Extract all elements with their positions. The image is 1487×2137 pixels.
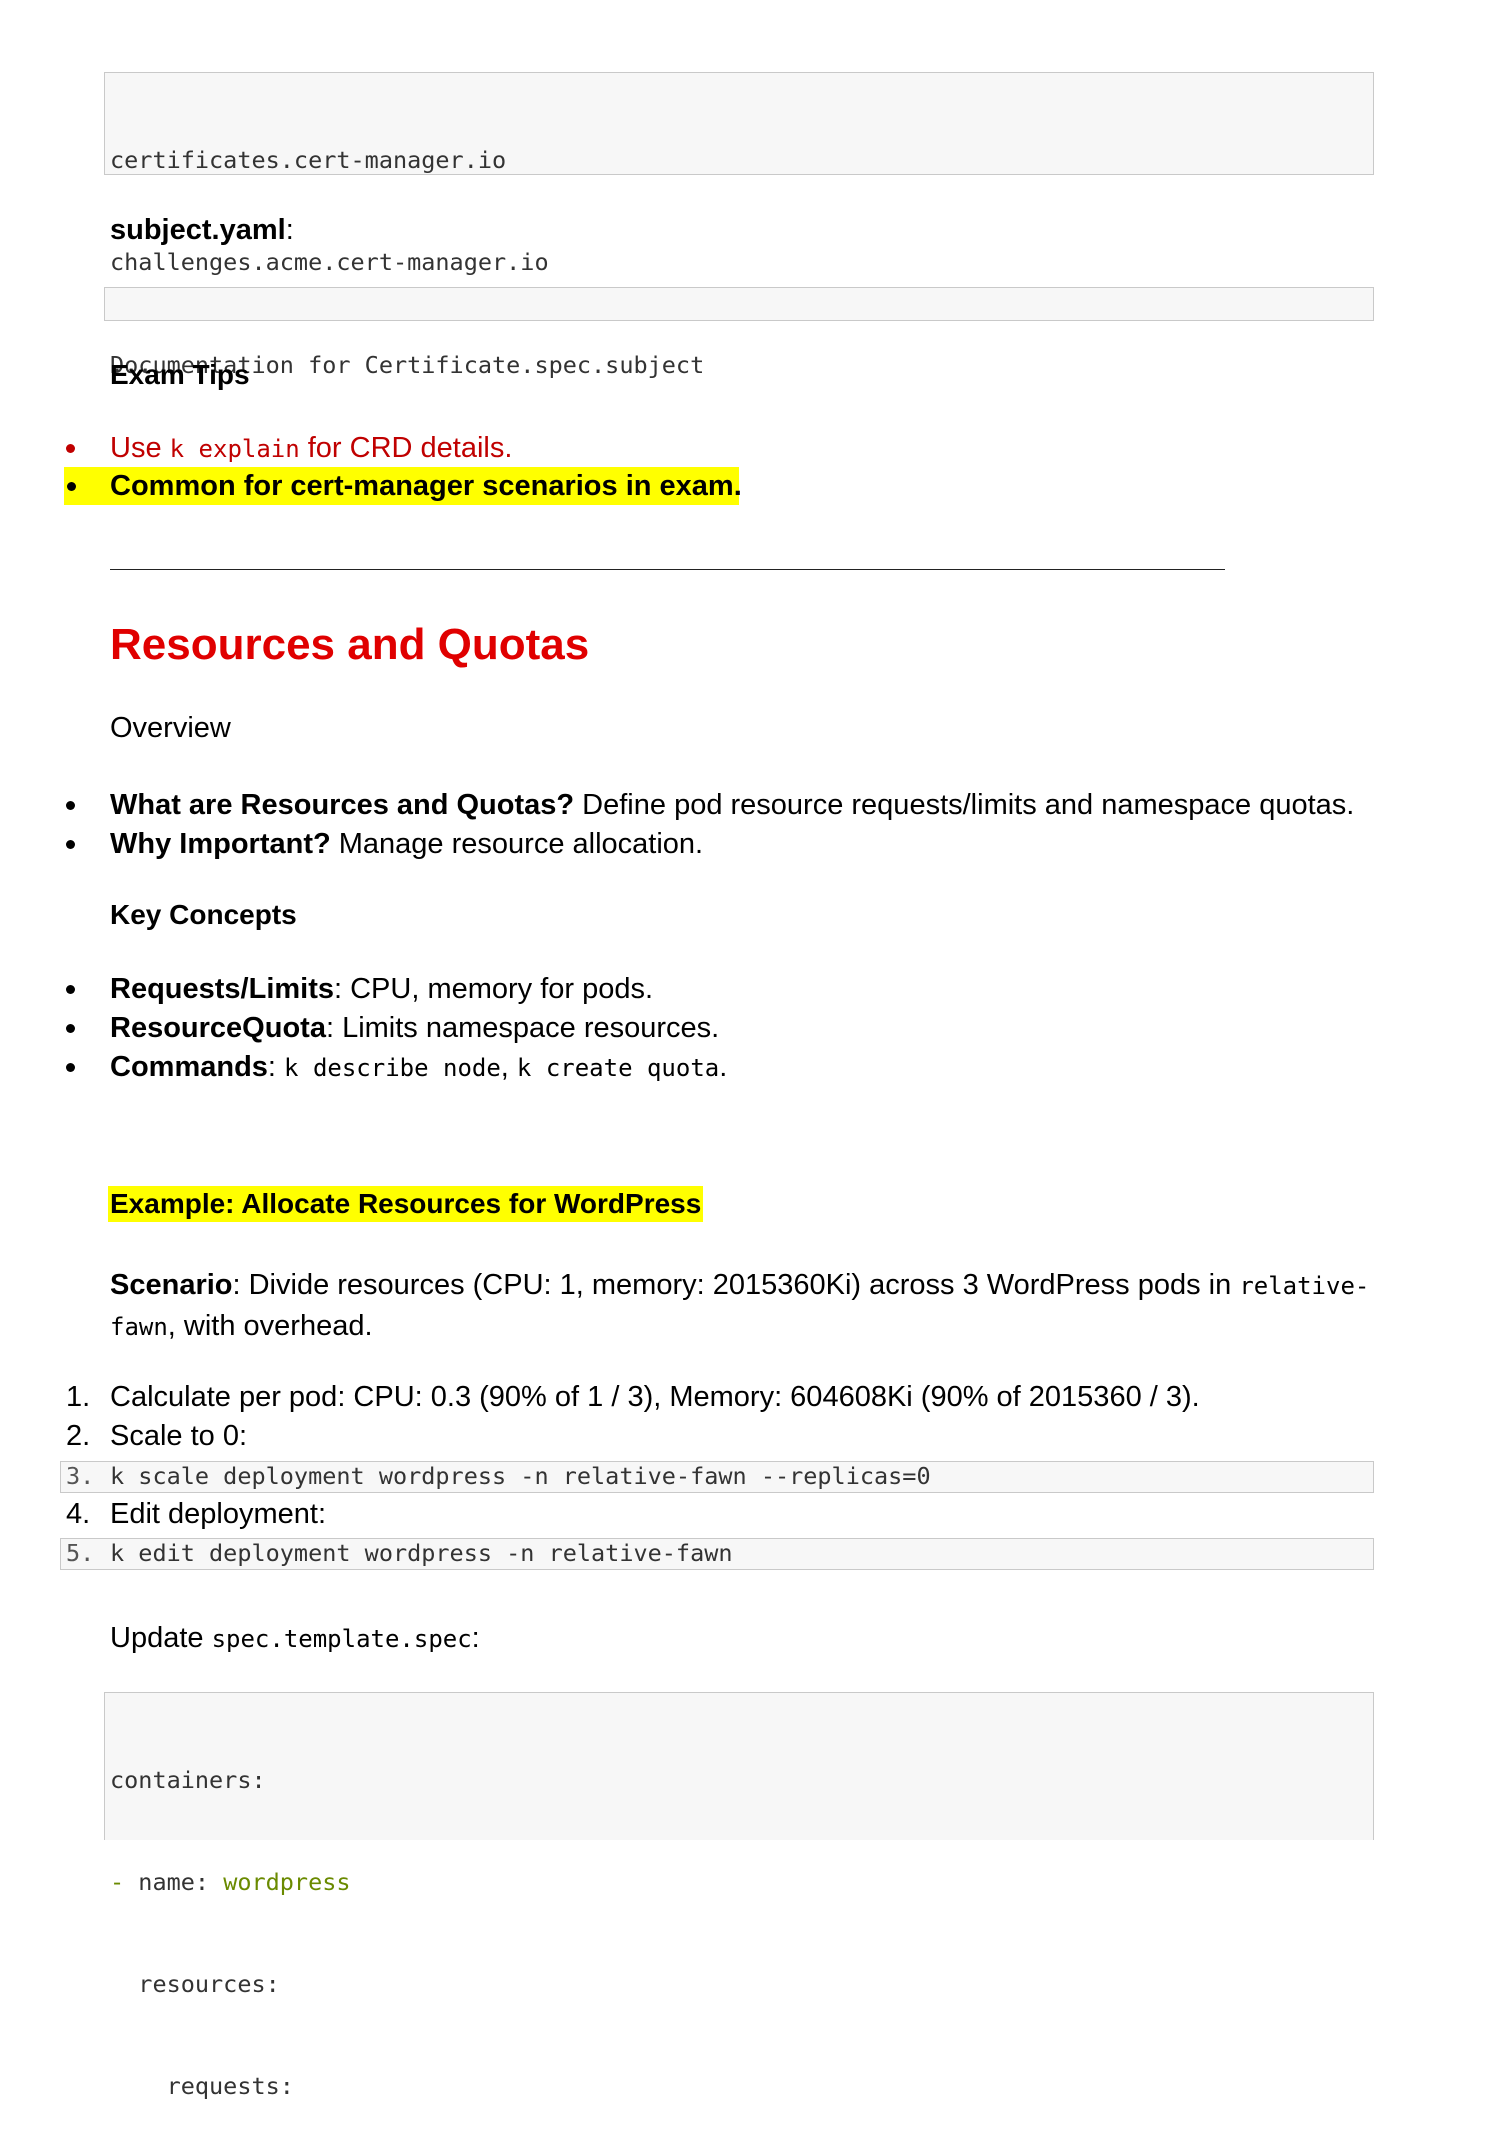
bullet-icon	[66, 444, 75, 453]
example-heading: Example: Allocate Resources for WordPres…	[108, 1186, 704, 1222]
bullet-icon	[66, 1063, 75, 1072]
key-concept-2-text: ResourceQuota: Limits namespace resource…	[110, 1009, 719, 1047]
step-text: Edit deployment:	[110, 1498, 327, 1530]
scenario-code: fawn	[110, 1313, 168, 1341]
scenario-text-end: , with overhead.	[167, 1310, 373, 1342]
command-code: k describe node	[284, 1054, 501, 1082]
step-2: 2. Scale to 0:	[0, 1417, 1487, 1455]
step-command: k scale deployment wordpress -n relative…	[110, 1462, 931, 1490]
key-concepts-heading: Key Concepts	[110, 899, 297, 930]
tip-code: k explain	[169, 435, 300, 463]
step-4: 4. Edit deployment:	[0, 1495, 1487, 1533]
code-line: Documentation for Certificate.spec.subje…	[110, 351, 705, 379]
yaml-line-1: containers:	[110, 1766, 266, 1794]
bullet-icon	[66, 801, 75, 810]
exam-tips-heading: Exam Tips	[110, 359, 250, 390]
code-line: certificates.cert-manager.io	[110, 146, 507, 174]
code-line: challenges.acme.cert-manager.io	[110, 248, 549, 276]
scenario-code: relative-	[1239, 1272, 1370, 1300]
bullet-body: Define pod resource requests/limits and …	[574, 789, 1355, 821]
yaml-key: name:	[138, 1868, 224, 1896]
bullet-bold: Why Important?	[110, 828, 331, 860]
code-block-yaml: containers: - name: wordpress resources:…	[104, 1692, 1374, 2100]
exam-tip-2-text: Common for cert-manager scenarios in exa…	[110, 470, 742, 502]
step-number: 2.	[66, 1420, 91, 1452]
bullet-body: : Limits namespace resources.	[325, 1012, 720, 1044]
overview-bullet-1: What are Resources and Quotas? Define po…	[0, 786, 1487, 824]
commands-end: .	[719, 1051, 728, 1083]
step-number: 5.	[66, 1539, 95, 1567]
scenario-paragraph: Scenario: Divide resources (CPU: 1, memo…	[110, 1265, 1369, 1347]
section-divider	[110, 569, 1225, 570]
commands-comma: ,	[500, 1051, 517, 1083]
step-number: 4.	[66, 1498, 91, 1530]
scenario-text: : Divide resources (CPU: 1, memory: 2015…	[232, 1269, 1240, 1301]
commands-text: Commands: k describe node, k create quot…	[110, 1048, 727, 1087]
subject-yaml-filename: subject.yaml	[110, 214, 286, 246]
bullet-body: : CPU, memory for pods.	[334, 973, 654, 1005]
code-block-crd-list: certificates.cert-manager.io challenges.…	[104, 72, 1374, 378]
command-code: k create quota	[516, 1054, 720, 1082]
key-concept-commands: Commands: k describe node, k create quot…	[0, 1048, 1487, 1086]
step-3-code: 3. k scale deployment wordpress -n relat…	[60, 1461, 1374, 1493]
key-concept-1: Requests/Limits: CPU, memory for pods.	[0, 970, 1487, 1008]
update-prefix: Update	[110, 1622, 212, 1654]
bullet-icon	[66, 985, 75, 994]
yaml-value: wordpress	[223, 1868, 351, 1896]
exam-tip-1-text: Use k explain for CRD details.	[110, 429, 512, 468]
yaml-line-2: - name: wordpress	[110, 1865, 1373, 1899]
bullet-bold: ResourceQuota	[110, 1012, 326, 1044]
bullet-icon	[67, 482, 76, 491]
commands-sep: :	[267, 1051, 285, 1083]
bullet-icon	[66, 1024, 75, 1033]
bullet-bold: Requests/Limits	[110, 973, 334, 1005]
step-command: k edit deployment wordpress -n relative-…	[110, 1539, 733, 1567]
tip-prefix: Use	[110, 432, 170, 464]
overview-bullet-1-text: What are Resources and Quotas? Define po…	[110, 786, 1354, 824]
exam-tip-1: Use k explain for CRD details.	[0, 429, 1487, 467]
section-title: Resources and Quotas	[110, 620, 590, 669]
step-5-code: 5. k edit deployment wordpress -n relati…	[60, 1538, 1374, 1570]
subject-yaml-label: subject.yaml:	[110, 211, 294, 249]
key-concept-2: ResourceQuota: Limits namespace resource…	[0, 1009, 1487, 1047]
step-number: 3.	[66, 1462, 95, 1490]
yaml-dash: -	[110, 1868, 139, 1896]
bullet-body: Manage resource allocation.	[330, 828, 704, 860]
overview-heading: Overview	[110, 712, 231, 744]
bullet-icon	[66, 840, 75, 849]
subject-yaml-colon: :	[285, 214, 294, 246]
bullet-bold: Commands	[110, 1051, 268, 1083]
step-1: 1. Calculate per pod: CPU: 0.3 (90% of 1…	[0, 1378, 1487, 1416]
tip-suffix: for CRD details.	[299, 432, 513, 464]
yaml-line-4: requests:	[110, 2072, 294, 2100]
step-number: 1.	[66, 1381, 91, 1413]
bullet-bold: What are Resources and Quotas?	[110, 789, 575, 821]
update-suffix: :	[471, 1622, 480, 1654]
update-instruction: Update spec.template.spec:	[110, 1619, 480, 1658]
key-concept-1-text: Requests/Limits: CPU, memory for pods.	[110, 970, 653, 1008]
overview-bullet-2-text: Why Important? Manage resource allocatio…	[110, 825, 703, 863]
yaml-line-3: resources:	[110, 1970, 280, 1998]
update-code: spec.template.spec	[211, 1625, 472, 1653]
scenario-label: Scenario	[110, 1269, 233, 1301]
step-text: Calculate per pod: CPU: 0.3 (90% of 1 / …	[110, 1381, 1200, 1413]
code-block-subject-doc: Documentation for Certificate.spec.subje…	[104, 287, 1374, 379]
step-text: Scale to 0:	[110, 1420, 248, 1452]
exam-tip-2: Common for cert-manager scenarios in exa…	[64, 467, 742, 505]
overview-bullet-2: Why Important? Manage resource allocatio…	[0, 825, 1487, 863]
